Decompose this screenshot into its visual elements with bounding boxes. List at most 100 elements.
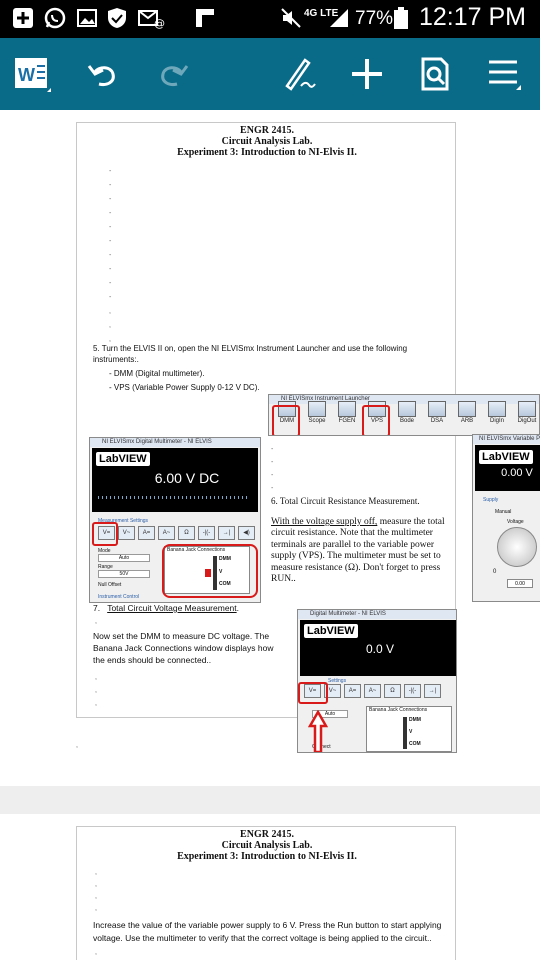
dmm-func-button[interactable]: →| xyxy=(218,526,235,540)
dmm-small-banana-panel: Banana Jack Connections DMM V COM xyxy=(366,706,452,752)
dmm-func-button[interactable]: Ω xyxy=(384,684,401,698)
vps-manual-checkbox[interactable]: Manual xyxy=(495,509,511,515)
course-title: ENGR 2415. xyxy=(240,829,294,840)
step7-end: . xyxy=(236,603,240,613)
dmm-func-button[interactable]: -|(- xyxy=(404,684,421,698)
step6-paragraph: With the voltage supply off, measure the… xyxy=(271,517,457,585)
dmm-window-screenshot: NI ELVISmx Digital Multimeter - NI ELVIS… xyxy=(89,437,261,603)
vps-tool-highlight xyxy=(362,405,390,435)
dmm-small-display: LabVIEW 0.0 V xyxy=(300,620,456,676)
dmm-func-button[interactable]: A= xyxy=(344,684,361,698)
gallery-icon xyxy=(76,7,98,29)
step6-text: measure the total circuit resistance. No… xyxy=(271,517,445,585)
dmm-window-title: NI ELVISmx Digital Multimeter - NI ELVIS xyxy=(90,438,260,447)
null-offset-checkbox[interactable]: Null Offset xyxy=(98,582,121,588)
dmm-small-screenshot: Digital Multimeter - NI ELVIS LabVIEW 0.… xyxy=(297,609,457,753)
vps-supply-label: Supply xyxy=(483,497,499,503)
vps-reading: 0.00 V xyxy=(501,467,533,479)
dmm-func-button[interactable]: ◀) xyxy=(238,526,255,540)
course-title: ENGR 2415. xyxy=(240,125,294,136)
dc-voltage-highlight-small xyxy=(298,682,328,704)
lab-title: Circuit Analysis Lab. xyxy=(221,840,313,851)
dmm-func-button[interactable]: Ω xyxy=(178,526,195,540)
step7-body: Now set the DMM to measure DC voltage. T… xyxy=(93,631,274,665)
page2-header: ENGR 2415. Circuit Analysis Lab. Experim… xyxy=(77,829,457,862)
step7-number: 7. xyxy=(93,603,101,613)
jack-label: DMM xyxy=(409,717,421,723)
add-icon[interactable] xyxy=(344,52,390,96)
range-select[interactable]: 50V xyxy=(98,570,150,578)
labview-logo: LabVIEW xyxy=(479,450,533,464)
jack-strip xyxy=(403,717,407,749)
red-arrow-up xyxy=(307,709,329,752)
undo-icon[interactable] xyxy=(80,52,126,96)
page-gap xyxy=(0,786,540,814)
launcher-tool-digin: DigIn xyxy=(483,401,511,431)
dmm-func-button[interactable]: →| xyxy=(424,684,441,698)
experiment-title: Experiment 3: Introduction to NI-Elvis I… xyxy=(177,147,357,158)
email-icon: @ xyxy=(138,7,166,29)
dmm-func-button[interactable]: -|(- xyxy=(198,526,215,540)
word-app-icon[interactable]: W xyxy=(10,52,56,96)
step5-item-dmm: - DMM (Digital multimeter). xyxy=(109,369,205,378)
labview-logo: LabVIEW xyxy=(304,624,358,638)
shield-icon xyxy=(106,7,128,29)
step5-intro: 5. Turn the ELVIS II on, open the NI ELV… xyxy=(93,344,408,364)
launcher-tool-digout: DigOut xyxy=(513,401,539,431)
svg-text:W: W xyxy=(18,65,35,85)
mode-select[interactable]: Auto xyxy=(98,554,150,562)
step5-item-vps: - VPS (Variable Power Supply 0-12 V DC). xyxy=(109,383,260,392)
launcher-tool-bode: Bode xyxy=(393,401,421,431)
dmm-reading: 6.00 V DC xyxy=(154,470,220,486)
dmm-func-button[interactable]: A~ xyxy=(158,526,175,540)
dmm-func-button[interactable]: A~ xyxy=(364,684,381,698)
find-icon[interactable] xyxy=(412,52,458,96)
dmm-display: LabVIEW 6.00 V DC xyxy=(92,448,258,512)
step7-title: Total Circuit Voltage Measurement xyxy=(107,603,237,613)
vps-voltage-dial[interactable] xyxy=(497,527,537,567)
launcher-tool-arb: ARB xyxy=(453,401,481,431)
instrument-control-label: Instrument Control xyxy=(98,594,140,600)
dmm-function-buttons: V= V~ A= A~ Ω -|(- →| ◀) xyxy=(94,522,258,544)
page2-body: Increase the value of the variable power… xyxy=(93,920,442,943)
signal-icon xyxy=(328,7,350,29)
dmm-tool-highlight xyxy=(272,405,300,435)
status-bar: @ 4G LTE 77% 12:17 PM xyxy=(0,0,540,38)
launcher-tool-fgen: FGEN xyxy=(333,401,361,431)
launcher-tool-scope: Scope xyxy=(303,401,331,431)
step7-heading: 7. Total Circuit Voltage Measurement. xyxy=(93,603,239,614)
step6-heading: 6. Total Circuit Resistance Measurement. xyxy=(271,496,420,506)
svg-text:@: @ xyxy=(154,17,165,29)
experiment-title: Experiment 3: Introduction to NI-Elvis I… xyxy=(177,851,357,862)
step6-underlined: With the voltage supply off, xyxy=(271,517,378,527)
jack-label: V xyxy=(409,729,413,735)
redo-icon[interactable] xyxy=(150,52,196,96)
vps-window-title: NI ELVISmx Variable Power Supplies xyxy=(473,435,540,444)
document-page-2: ENGR 2415. Circuit Analysis Lab. Experim… xyxy=(76,826,456,960)
battery-icon xyxy=(390,7,412,29)
page-end-mark: , xyxy=(76,742,78,749)
dmm-small-title: Digital Multimeter - NI ELVIS xyxy=(298,610,456,619)
vps-dial-min: 0 xyxy=(493,569,497,575)
menu-icon[interactable] xyxy=(482,52,528,96)
vps-window-screenshot: NI ELVISmx Variable Power Supplies LabVI… xyxy=(472,434,540,602)
lab-title: Circuit Analysis Lab. xyxy=(221,136,313,147)
battery-percent: 77% xyxy=(355,8,394,29)
dmm-bar-scale xyxy=(98,496,248,499)
dmm-small-reading: 0.0 V xyxy=(365,642,395,656)
banana-jack-title: Banana Jack Connections xyxy=(369,707,428,713)
vps-value-box[interactable]: 0.00 xyxy=(507,579,533,588)
paragraph-mark-3: , xyxy=(95,618,97,625)
dmm-func-button[interactable]: V~ xyxy=(118,526,135,540)
page2-paragraph-marks: ,,,, xyxy=(95,869,97,912)
vps-voltage-label: Voltage xyxy=(507,519,524,525)
pen-icon[interactable] xyxy=(276,52,322,96)
flipboard-icon xyxy=(194,7,216,29)
banana-jack-highlight xyxy=(162,544,258,598)
instrument-launcher-screenshot: NI ELVISmx Instrument Launcher DMM Scope… xyxy=(268,394,540,436)
vps-display: LabVIEW 0.00 V xyxy=(475,445,540,491)
paragraph-marks-4: ,,, xyxy=(95,674,97,707)
document-canvas[interactable]: ENGR 2415. Circuit Analysis Lab. Experim… xyxy=(0,110,540,960)
dmm-func-button[interactable]: A= xyxy=(138,526,155,540)
launcher-tool-dsa: DSA xyxy=(423,401,451,431)
